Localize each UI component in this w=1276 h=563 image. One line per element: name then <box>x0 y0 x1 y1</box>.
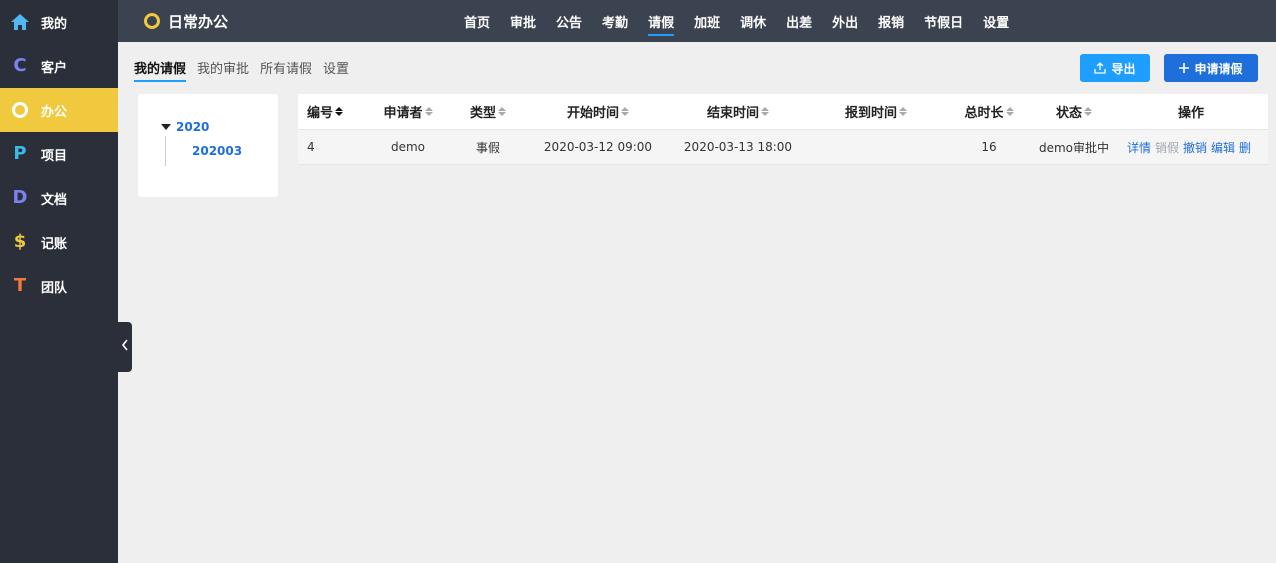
sidebar-item-customer[interactable]: C 客户 <box>0 44 118 88</box>
nav-leave[interactable]: 请假 <box>648 0 675 42</box>
customer-c-icon: C <box>13 55 27 76</box>
column-header-status[interactable]: 状态 <box>1034 94 1114 129</box>
sort-icon[interactable] <box>424 107 433 116</box>
column-header-start-time[interactable]: 开始时间 <box>528 94 668 129</box>
tab-all-leave[interactable]: 所有请假 <box>260 58 312 82</box>
sidebar-item-label: 项目 <box>41 148 68 164</box>
app-title-text: 日常办公 <box>168 12 229 31</box>
nav-overtime[interactable]: 加班 <box>694 0 720 42</box>
sidebar-item-office[interactable]: 办公 <box>0 88 118 132</box>
nav-approval[interactable]: 审批 <box>510 0 536 42</box>
cell-end-time: 2020-03-13 18:00 <box>683 140 793 154</box>
chevron-left-icon <box>121 339 129 355</box>
sort-icon[interactable] <box>761 107 769 116</box>
sidebar-item-team[interactable]: T 团队 <box>0 264 118 308</box>
cell-type: 事假 <box>475 140 500 155</box>
nav-outing[interactable]: 外出 <box>832 0 858 42</box>
nav-timeoff[interactable]: 调休 <box>740 0 766 42</box>
document-d-icon: D <box>12 187 28 208</box>
project-p-icon: P <box>13 143 27 164</box>
sidebar-item-label: 我的 <box>41 16 68 32</box>
nav-reimbursement[interactable]: 报销 <box>878 0 904 42</box>
table-header: 编号 申请者 类型 开始时间 结束时间 报到时间 总时长 状态 操作 <box>298 94 1268 130</box>
edit-link[interactable]: 编辑 <box>1211 139 1235 156</box>
sidebar-item-accounting[interactable]: $ 记账 <box>0 220 118 264</box>
cell-status: demo审批中 <box>1038 140 1110 155</box>
cell-start-time: 2020-03-12 09:00 <box>543 140 653 154</box>
upload-icon <box>1094 62 1107 74</box>
nav-notice[interactable]: 公告 <box>556 0 582 42</box>
nav-settings[interactable]: 设置 <box>983 0 1009 42</box>
delete-link[interactable]: 删 <box>1239 139 1251 156</box>
sort-icon[interactable] <box>498 107 506 116</box>
column-header-end-time[interactable]: 结束时间 <box>668 94 808 129</box>
column-header-actions: 操作 <box>1177 106 1204 121</box>
sidebar-item-project[interactable]: P 项目 <box>0 132 118 176</box>
home-icon <box>10 12 30 32</box>
cancel-leave-link[interactable]: 销假 <box>1155 139 1179 156</box>
cell-actions: 详情 销假 撤销 编辑 删 <box>1114 130 1268 164</box>
cell-report-time <box>808 130 944 164</box>
sidebar-item-label: 客户 <box>41 60 68 76</box>
top-nav: 首页 审批 公告 考勤 请假 加班 调休 出差 外出 报销 节假日 设置 <box>464 0 1029 42</box>
team-t-icon: T <box>13 275 27 296</box>
sidebar-item-label: 文档 <box>41 192 68 208</box>
leave-table: 编号 申请者 类型 开始时间 结束时间 报到时间 总时长 状态 操作 4 dem… <box>298 94 1268 165</box>
nav-business-trip[interactable]: 出差 <box>786 0 812 42</box>
nav-home[interactable]: 首页 <box>464 0 490 42</box>
column-header-applicant[interactable]: 申请者 <box>368 94 448 129</box>
cell-duration: 16 <box>981 140 997 154</box>
detail-link[interactable]: 详情 <box>1127 139 1151 156</box>
sidebar: 我的 C 客户 办公 P 项目 D 文档 $ 记账 T 团队 <box>0 0 118 563</box>
tab-my-leave[interactable]: 我的请假 <box>134 58 187 82</box>
tree-year-label: 2020 <box>176 120 210 134</box>
tab-settings[interactable]: 设置 <box>323 58 349 82</box>
top-header: 日常办公 首页 审批 公告 考勤 请假 加班 调休 出差 外出 报销 节假日 设… <box>118 0 1276 42</box>
apply-leave-button-label: 申请请假 <box>1194 61 1243 76</box>
plus-icon <box>1179 63 1190 73</box>
dollar-icon: $ <box>13 231 27 252</box>
sidebar-item-label: 记账 <box>41 236 68 252</box>
nav-holidays[interactable]: 节假日 <box>924 0 963 42</box>
export-button-label: 导出 <box>1111 61 1136 76</box>
sub-tabs: 我的请假 我的审批 所有请假 设置 <box>134 58 360 82</box>
sidebar-item-label: 团队 <box>41 280 68 296</box>
app-logo-icon <box>144 13 160 29</box>
tree-node-month[interactable]: 202003 <box>192 144 242 158</box>
column-header-report-time[interactable]: 报到时间 <box>808 94 944 129</box>
column-header-id[interactable]: 编号 <box>298 94 368 129</box>
nav-attendance[interactable]: 考勤 <box>602 0 628 42</box>
sidebar-item-document[interactable]: D 文档 <box>0 176 118 220</box>
export-button[interactable]: 导出 <box>1080 54 1150 82</box>
cell-applicant: demo <box>390 140 426 154</box>
caret-down-icon[interactable] <box>161 124 171 130</box>
column-header-type[interactable]: 类型 <box>448 94 528 129</box>
sidebar-item-mine[interactable]: 我的 <box>0 0 118 44</box>
tree-connector <box>165 136 166 166</box>
office-circle-icon <box>10 100 30 120</box>
revoke-link[interactable]: 撤销 <box>1183 139 1207 156</box>
table-row: 4 demo 事假 2020-03-12 09:00 2020-03-13 18… <box>298 130 1268 165</box>
tree-node-year[interactable]: 2020 <box>161 120 209 134</box>
sort-icon[interactable] <box>1005 107 1014 116</box>
column-header-duration[interactable]: 总时长 <box>944 94 1034 129</box>
sort-icon[interactable] <box>899 107 907 116</box>
sidebar-collapse-toggle[interactable] <box>118 322 132 372</box>
sort-icon[interactable] <box>335 107 344 116</box>
sidebar-item-label: 办公 <box>41 104 68 120</box>
date-tree: 2020 202003 <box>138 94 278 197</box>
cell-id: 4 <box>307 140 315 154</box>
sort-icon[interactable] <box>1084 107 1092 116</box>
sort-icon[interactable] <box>621 107 629 116</box>
app-title: 日常办公 <box>144 11 228 32</box>
apply-leave-button[interactable]: 申请请假 <box>1164 54 1258 82</box>
tab-my-approval[interactable]: 我的审批 <box>197 58 249 82</box>
